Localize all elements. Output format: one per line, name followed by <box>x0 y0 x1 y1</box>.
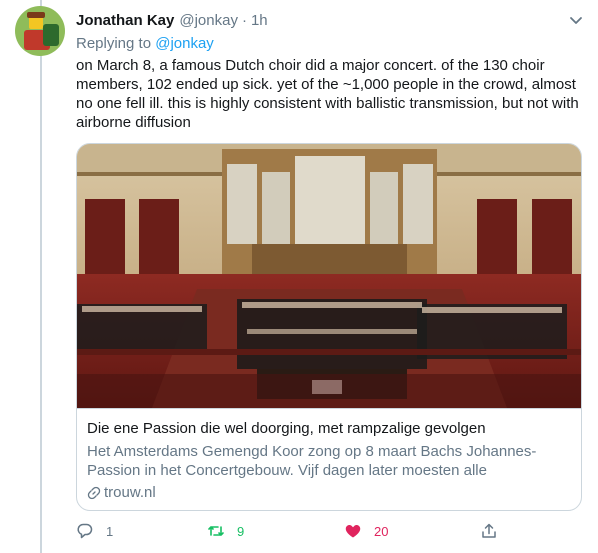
thread-line <box>40 0 42 553</box>
retweet-button[interactable]: 9 <box>207 522 244 540</box>
like-count: 20 <box>374 523 389 539</box>
link-card[interactable]: Die ene Passion die wel doorging, met ra… <box>76 143 582 511</box>
heart-icon <box>345 525 361 538</box>
card-title[interactable]: Die ene Passion die wel doorging, met ra… <box>87 419 573 438</box>
share-icon <box>482 523 496 538</box>
reply-icon <box>77 523 93 539</box>
avatar[interactable] <box>15 6 65 56</box>
share-button[interactable] <box>480 522 510 540</box>
reply-prefix: Replying to <box>76 35 152 52</box>
card-image[interactable] <box>77 144 582 408</box>
action-bar: 1 9 20 <box>76 522 582 546</box>
reply-count: 1 <box>106 523 114 539</box>
card-domain[interactable]: trouw.nl <box>87 484 573 501</box>
author-handle[interactable]: @jonkay <box>179 12 238 29</box>
separator: · <box>241 12 247 29</box>
card-description: Het Amsterdams Gemengd Koor zong op 8 ma… <box>87 443 537 479</box>
tweet-header: Jonathan Kay @jonkay · 1h <box>76 12 268 32</box>
timestamp[interactable]: 1h <box>251 12 268 29</box>
reply-to-link[interactable]: @jonkay <box>155 35 214 52</box>
reply-context: Replying to @jonkay <box>76 35 214 52</box>
card-domain-label: trouw.nl <box>104 484 156 501</box>
reply-button[interactable]: 1 <box>76 522 113 540</box>
retweet-icon <box>208 526 224 536</box>
retweet-count: 9 <box>237 523 245 539</box>
tweet-text: on March 8, a famous Dutch choir did a m… <box>76 57 579 131</box>
author-name[interactable]: Jonathan Kay <box>76 12 174 29</box>
link-icon <box>87 486 101 499</box>
card-body[interactable]: Die ene Passion die wel doorging, met ra… <box>77 408 581 510</box>
chevron-down-icon[interactable] <box>568 12 584 28</box>
like-button[interactable]: 20 <box>344 522 388 540</box>
